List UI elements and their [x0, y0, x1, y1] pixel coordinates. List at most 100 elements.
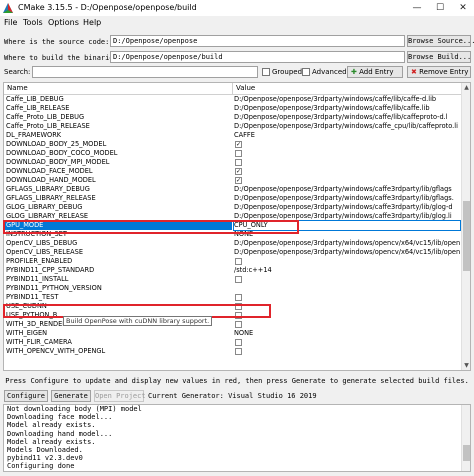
row-value[interactable]: D:/Openpose/openpose/3rdparty/windows/ca…: [234, 203, 460, 212]
table-row[interactable]: OpenCV_LIBS_RELEASE D:/Openpose/openpose/…: [4, 248, 462, 257]
column-header-name[interactable]: Name: [7, 84, 28, 92]
table-row[interactable]: GFLAGS_LIBRARY_DEBUG D:/Openpose/openpose…: [4, 185, 462, 194]
row-value-checkbox[interactable]: [235, 276, 242, 283]
row-value-checkbox[interactable]: [235, 321, 242, 328]
remove-entry-label: Remove Entry: [419, 68, 469, 76]
row-value[interactable]: D:/Openpose/openpose/3rdparty/windows/op…: [234, 239, 460, 248]
output-log[interactable]: Not downloading body (MPI) model Download…: [3, 404, 471, 472]
search-input[interactable]: [32, 66, 258, 78]
output-scrollbar[interactable]: [461, 405, 470, 471]
title-bar: CMake 3.15.5 - D:/Openpose/openpose/buil…: [0, 0, 474, 16]
table-row[interactable]: DOWNLOAD_HAND_MODEL ✓: [4, 176, 462, 185]
row-name: PROFILER_ENABLED: [6, 257, 73, 265]
output-line: pybind11 v2.3.dev0: [7, 454, 83, 463]
row-value-checkbox[interactable]: [235, 294, 242, 301]
row-name: Caffe_Proto_LIB_RELEASE: [6, 122, 90, 130]
scrollbar-thumb[interactable]: [463, 201, 470, 271]
row-value[interactable]: NONE: [234, 329, 460, 338]
minimize-button[interactable]: —: [406, 0, 428, 16]
row-value[interactable]: D:/Openpose/openpose/3rdparty/windows/ca…: [234, 194, 460, 203]
row-value-checkbox[interactable]: ✓: [235, 177, 242, 184]
table-row[interactable]: PYBIND11_INSTALL: [4, 275, 462, 284]
row-value[interactable]: D:/Openpose/openpose/3rdparty/windows/ca…: [234, 185, 460, 194]
row-name: GFLAGS_LIBRARY_DEBUG: [6, 185, 90, 193]
row-name: GFLAGS_LIBRARY_RELEASE: [6, 194, 96, 202]
menu-options[interactable]: Options: [48, 18, 79, 27]
table-scrollbar[interactable]: ▲ ▼: [461, 83, 470, 370]
scroll-up-icon[interactable]: ▲: [462, 83, 470, 92]
table-row[interactable]: DOWNLOAD_BODY_COCO_MODEL: [4, 149, 462, 158]
row-value[interactable]: D:/Openpose/openpose/3rdparty/windows/ca…: [234, 95, 460, 104]
remove-entry-button[interactable]: ✖ Remove Entry: [407, 66, 471, 78]
table-row[interactable]: GLOG_LIBRARY_DEBUG D:/Openpose/openpose/3…: [4, 203, 462, 212]
column-divider[interactable]: [232, 83, 233, 95]
row-value-checkbox[interactable]: [235, 348, 242, 355]
table-row[interactable]: WITH_OPENCV_WITH_OPENGL: [4, 347, 462, 356]
plus-icon: ✚: [351, 68, 357, 76]
output-line: Model already exists.: [7, 437, 96, 446]
table-row[interactable]: DOWNLOAD_BODY_25_MODEL ✓: [4, 140, 462, 149]
row-value-checkbox[interactable]: [235, 258, 242, 265]
row-value-checkbox[interactable]: [235, 339, 242, 346]
grouped-checkbox[interactable]: [262, 68, 270, 76]
source-path-input[interactable]: D:/Openpose/openpose: [110, 35, 405, 47]
configure-button[interactable]: Configure: [4, 390, 48, 402]
row-name: PYBIND11_CPP_STANDARD: [6, 266, 95, 274]
table-header: Name Value: [4, 83, 462, 95]
table-row[interactable]: DL_FRAMEWORK CAFFE: [4, 131, 462, 140]
table-row[interactable]: Caffe_Proto_LIB_RELEASE D:/Openpose/openp…: [4, 122, 462, 131]
row-value-checkbox[interactable]: ✓: [235, 141, 242, 148]
grouped-label: Grouped: [272, 68, 303, 76]
output-lines: Not downloading body (MPI) model Download…: [7, 405, 142, 471]
row-name: DOWNLOAD_FACE_MODEL: [6, 167, 93, 175]
source-label: Where is the source code:: [4, 38, 110, 46]
table-row[interactable]: WITH_EIGEN NONE: [4, 329, 462, 338]
browse-source-button[interactable]: Browse Source...: [407, 35, 474, 47]
maximize-button[interactable]: ☐: [429, 0, 451, 16]
advanced-checkbox[interactable]: [302, 68, 310, 76]
output-line: Configuring done: [7, 462, 75, 471]
row-name: DOWNLOAD_BODY_MPI_MODEL: [6, 158, 110, 166]
row-value[interactable]: D:/Openpose/openpose/3rdparty/windows/op…: [234, 248, 460, 257]
row-name: DOWNLOAD_BODY_25_MODEL: [6, 140, 107, 148]
table-row[interactable]: OpenCV_LIBS_DEBUG D:/Openpose/openpose/3r…: [4, 239, 462, 248]
close-button[interactable]: ✕: [452, 0, 474, 16]
output-scrollbar-thumb[interactable]: [463, 445, 470, 461]
gpu-mode-highlight: [3, 220, 299, 234]
table-row[interactable]: Caffe_LIB_RELEASE D:/Openpose/openpose/3r…: [4, 104, 462, 113]
row-value[interactable]: D:/Openpose/openpose/3rdparty/windows/ca…: [234, 113, 460, 122]
table-row[interactable]: DOWNLOAD_BODY_MPI_MODEL: [4, 158, 462, 167]
generate-button[interactable]: Generate: [51, 390, 91, 402]
table-row[interactable]: PYBIND11_CPP_STANDARD/std:c++14: [4, 266, 462, 275]
row-value[interactable]: CAFFE: [234, 131, 460, 140]
menu-help[interactable]: Help: [83, 18, 101, 27]
row-name: OpenCV_LIBS_RELEASE: [6, 248, 83, 256]
row-name: WITH_OPENCV_WITH_OPENGL: [6, 347, 106, 355]
status-message: Press Configure to update and display ne…: [5, 377, 469, 385]
row-name: OpenCV_LIBS_DEBUG: [6, 239, 78, 247]
row-value[interactable]: /std:c++14: [234, 266, 460, 275]
row-value[interactable]: D:/Openpose/openpose/3rdparty/windows/ca…: [234, 104, 460, 113]
table-row[interactable]: WITH_FLIR_CAMERA: [4, 338, 462, 347]
open-project-button[interactable]: Open Project: [94, 390, 146, 402]
table-row[interactable]: PYBIND11_TEST: [4, 293, 462, 302]
table-row[interactable]: GFLAGS_LIBRARY_RELEASE D:/Openpose/openpo…: [4, 194, 462, 203]
row-value-checkbox[interactable]: ✓: [235, 168, 242, 175]
build-path-input[interactable]: D:/Openpose/openpose/build: [110, 51, 405, 63]
scroll-down-icon[interactable]: ▼: [462, 361, 470, 370]
menu-file[interactable]: File: [4, 18, 17, 27]
table-row[interactable]: PROFILER_ENABLED: [4, 257, 462, 266]
add-entry-button[interactable]: ✚ Add Entry: [347, 66, 403, 78]
browse-build-button[interactable]: Browse Build...: [407, 51, 471, 63]
table-row[interactable]: Caffe_LIB_DEBUG D:/Openpose/openpose/3rdp…: [4, 95, 462, 104]
row-value-checkbox[interactable]: [235, 159, 242, 166]
table-row[interactable]: DOWNLOAD_FACE_MODEL ✓: [4, 167, 462, 176]
column-header-value[interactable]: Value: [236, 84, 255, 92]
output-line: Not downloading body (MPI) model: [7, 405, 142, 413]
table-row[interactable]: PYBIND11_PYTHON_VERSION: [4, 284, 462, 293]
row-value-checkbox[interactable]: [235, 150, 242, 157]
menu-tools[interactable]: Tools: [23, 18, 43, 27]
row-name: DOWNLOAD_HAND_MODEL: [6, 176, 96, 184]
row-value[interactable]: D:/Openpose/openpose/3rdparty/windows/ca…: [234, 122, 460, 131]
table-row[interactable]: Caffe_Proto_LIB_DEBUG D:/Openpose/openpos…: [4, 113, 462, 122]
